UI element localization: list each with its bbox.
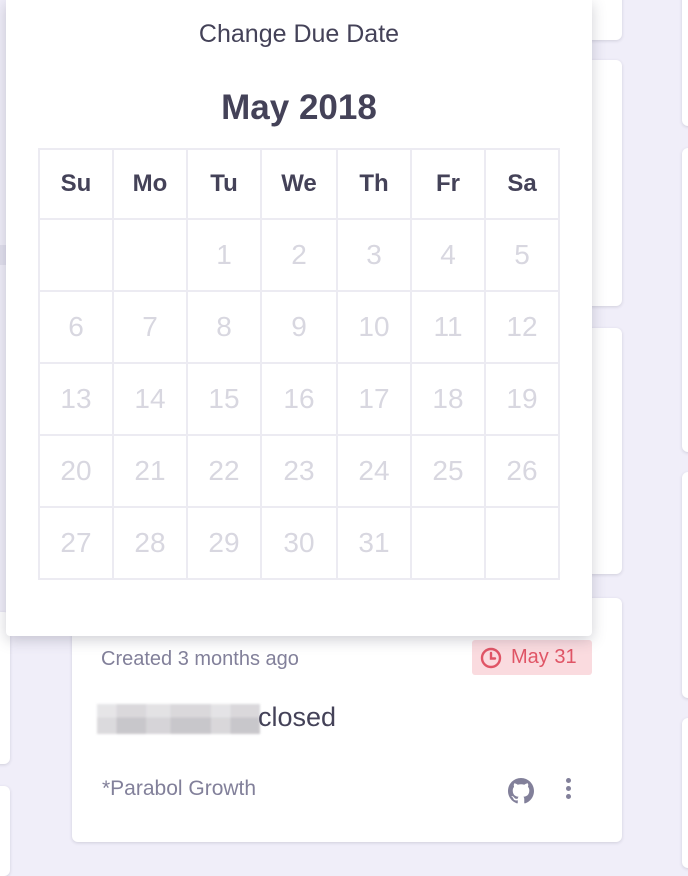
calendar-day[interactable]: 17 bbox=[336, 362, 412, 436]
calendar-day[interactable]: 14 bbox=[112, 362, 188, 436]
calendar-day[interactable]: 4 bbox=[410, 218, 486, 292]
weekday-label: Sa bbox=[484, 148, 560, 220]
calendar-day[interactable]: 30 bbox=[260, 506, 338, 580]
calendar-day[interactable]: 15 bbox=[186, 362, 262, 436]
calendar-grid: Su Mo Tu We Th Fr Sa 1 2 3 4 5 6 7 8 9 1… bbox=[38, 148, 560, 580]
calendar-day[interactable]: 11 bbox=[410, 290, 486, 364]
calendar-day-empty bbox=[38, 218, 114, 292]
calendar-day-empty bbox=[112, 218, 188, 292]
created-timestamp: Created 3 months ago bbox=[101, 648, 299, 670]
calendar-day[interactable]: 6 bbox=[38, 290, 114, 364]
calendar-day[interactable]: 23 bbox=[260, 434, 338, 508]
calendar-day[interactable]: 28 bbox=[112, 506, 188, 580]
calendar-day[interactable]: 2 bbox=[260, 218, 338, 292]
calendar-day[interactable]: 7 bbox=[112, 290, 188, 364]
github-icon[interactable] bbox=[508, 778, 534, 804]
calendar-day[interactable]: 10 bbox=[336, 290, 412, 364]
due-date-badge[interactable]: May 31 bbox=[472, 640, 592, 675]
redacted-text bbox=[97, 704, 260, 734]
calendar-day[interactable]: 19 bbox=[484, 362, 560, 436]
popup-title: Change Due Date bbox=[198, 20, 400, 48]
more-vertical-icon[interactable] bbox=[561, 778, 575, 802]
calendar-day[interactable]: 13 bbox=[38, 362, 114, 436]
calendar-day-empty bbox=[484, 506, 560, 580]
clock-icon bbox=[480, 647, 502, 668]
calendar-day[interactable]: 8 bbox=[186, 290, 262, 364]
background-card bbox=[682, 472, 688, 698]
calendar-day[interactable]: 29 bbox=[186, 506, 262, 580]
weekday-label: Fr bbox=[410, 148, 486, 220]
calendar-day[interactable]: 12 bbox=[484, 290, 560, 364]
project-label[interactable]: *Parabol Growth bbox=[102, 777, 256, 801]
calendar-week-row: 27 28 29 30 31 bbox=[38, 506, 560, 580]
calendar-day[interactable]: 5 bbox=[484, 218, 560, 292]
calendar-day[interactable]: 21 bbox=[112, 434, 188, 508]
background-card bbox=[682, 0, 688, 126]
calendar-day[interactable]: 18 bbox=[410, 362, 486, 436]
month-label: May 2018 bbox=[221, 88, 377, 127]
change-due-date-popup: Change Due Date May 2018 Su Mo Tu We Th … bbox=[6, 0, 592, 636]
calendar-day[interactable]: 22 bbox=[186, 434, 262, 508]
calendar-day[interactable]: 3 bbox=[336, 218, 412, 292]
calendar-day[interactable]: 26 bbox=[484, 434, 560, 508]
weekday-header-row: Su Mo Tu We Th Fr Sa bbox=[38, 148, 560, 220]
calendar-week-row: 6 7 8 9 10 11 12 bbox=[38, 290, 560, 364]
background-card bbox=[682, 718, 688, 868]
weekday-label: Mo bbox=[112, 148, 188, 220]
calendar-week-row: 1 2 3 4 5 bbox=[38, 218, 560, 292]
weekday-label: Th bbox=[336, 148, 412, 220]
calendar-week-row: 20 21 22 23 24 25 26 bbox=[38, 434, 560, 508]
calendar-day[interactable]: 1 bbox=[186, 218, 262, 292]
calendar-day[interactable]: 31 bbox=[336, 506, 412, 580]
calendar-day[interactable]: 27 bbox=[38, 506, 114, 580]
calendar-day[interactable]: 9 bbox=[260, 290, 338, 364]
calendar-day[interactable]: 20 bbox=[38, 434, 114, 508]
background-card bbox=[0, 786, 10, 876]
task-text[interactable]: closed bbox=[258, 702, 336, 733]
background-card bbox=[682, 148, 688, 452]
calendar-day[interactable]: 25 bbox=[410, 434, 486, 508]
calendar-day-empty bbox=[410, 506, 486, 580]
due-date-label: May 31 bbox=[511, 646, 577, 668]
weekday-label: Su bbox=[38, 148, 114, 220]
weekday-label: We bbox=[260, 148, 338, 220]
calendar-day[interactable]: 24 bbox=[336, 434, 412, 508]
calendar-week-row: 13 14 15 16 17 18 19 bbox=[38, 362, 560, 436]
weekday-label: Tu bbox=[186, 148, 262, 220]
calendar-day[interactable]: 16 bbox=[260, 362, 338, 436]
